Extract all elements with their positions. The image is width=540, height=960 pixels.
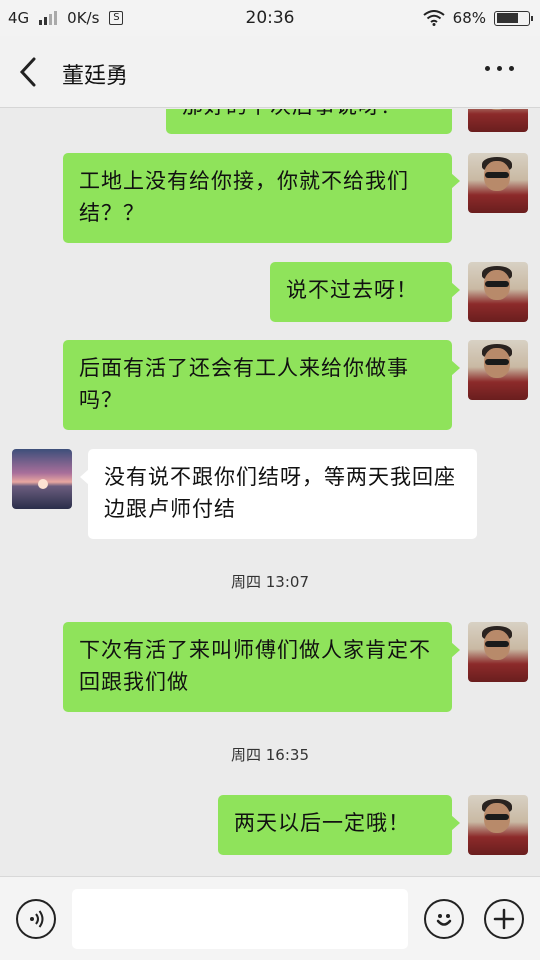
my-avatar[interactable] [468,795,528,855]
emoji-button[interactable] [424,899,464,939]
message-bubble[interactable]: 工地上没有给你接，你就不给我们结？？ [63,153,460,243]
voice-icon [30,910,44,928]
my-avatar[interactable] [468,262,528,322]
plus-icon [493,908,515,930]
battery-icon [494,10,533,26]
wifi-icon [423,10,445,26]
back-arrow-icon [19,57,36,87]
back-button[interactable] [14,56,44,88]
input-bar [0,876,540,960]
voice-button[interactable] [16,899,56,939]
contact-avatar[interactable] [12,449,72,509]
message-bubble[interactable]: 没有说不跟你们结呀，等两天我回座边跟卢师付结 [80,449,477,539]
my-avatar[interactable] [468,153,528,213]
emoji-icon [436,914,452,926]
message-bubble[interactable]: 下次有活了来叫师傅们做人家肯定不回跟我们做 [63,622,460,712]
message-bubble[interactable]: 后面有活了还会有工人来给你做事吗？ [63,340,460,430]
message-bubble[interactable]: 说不过去呀！ [270,262,460,322]
battery-percent: 68% [452,9,486,27]
more-dots-icon [485,66,514,71]
my-avatar[interactable] [468,622,528,682]
message-bubble[interactable]: 那好的下次后事说呀！ [166,109,452,134]
plus-button[interactable] [484,899,524,939]
my-avatar[interactable] [468,340,528,400]
message-bubble[interactable]: 两天以后一定哦！ [218,795,460,855]
message-input[interactable] [72,889,408,949]
my-avatar[interactable] [468,109,528,132]
more-button[interactable] [485,66,514,71]
contact-name: 董廷勇 [62,64,129,89]
timestamp: 周四 13:07 [231,573,309,591]
chat-header: 董廷勇 [0,36,540,108]
chat-area[interactable]: 那好的下次后事说呀！ 工地上没有给你接，你就不给我们结？？ 说不过去呀！ 后面有… [0,109,540,876]
timestamp: 周四 16:35 [231,746,309,764]
status-bar: 4G 0K/s S 20:36 68% [0,0,540,36]
battery-fill [496,13,518,23]
